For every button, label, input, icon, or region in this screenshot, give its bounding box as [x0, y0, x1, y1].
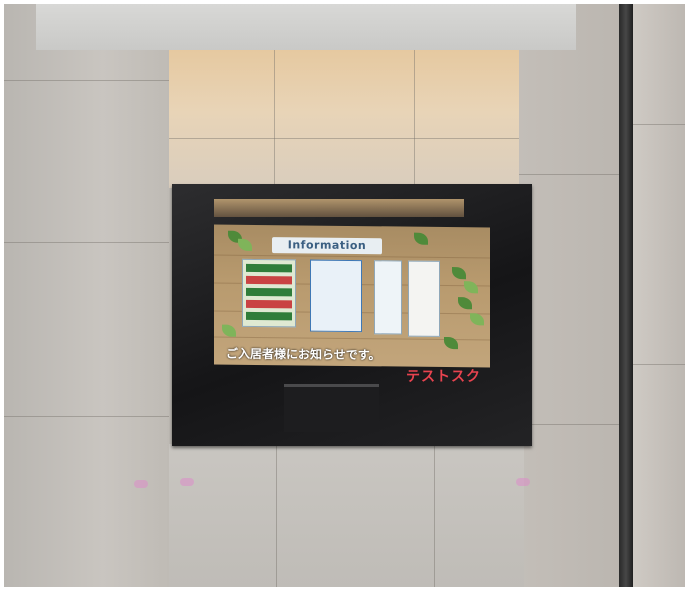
- ivy-leaf-icon: [464, 281, 478, 294]
- ivy-leaf-icon: [458, 297, 472, 310]
- ivy-leaf-icon: [414, 232, 428, 245]
- light-reflection: [134, 480, 148, 488]
- tile-seam: [276, 444, 277, 587]
- tile-seam: [4, 242, 169, 243]
- tile-seam: [633, 364, 685, 365]
- notice-poster-schedule: [242, 258, 296, 328]
- notice-poster-qr: [408, 260, 440, 337]
- wood-grain: [214, 254, 490, 259]
- information-banner: Information: [272, 237, 382, 255]
- tile-seam: [519, 174, 619, 175]
- tile-seam: [4, 80, 169, 81]
- photo: Information ご入居者様にお知らせです。 テストスク: [4, 4, 685, 587]
- tile-seam: [434, 444, 435, 587]
- ivy-leaf-icon: [238, 238, 252, 251]
- tile-seam: [633, 124, 685, 125]
- ivy-leaf-icon: [470, 313, 484, 326]
- ceiling-opening: [36, 4, 576, 50]
- reflected-shelf: [284, 384, 379, 432]
- left-wall: [4, 4, 169, 587]
- tile-seam: [274, 50, 275, 184]
- ivy-leaf-icon: [222, 324, 236, 337]
- dark-pillar: [619, 4, 633, 587]
- tile-seam: [169, 138, 519, 139]
- watermark-text: テストスク: [406, 369, 481, 385]
- ceiling-light-reflection: [214, 199, 464, 217]
- ivy-leaf-icon: [452, 267, 466, 280]
- light-reflection: [180, 478, 194, 486]
- notice-poster-narrow: [374, 260, 402, 335]
- resident-notice-text: ご入居者様にお知らせです。: [226, 346, 381, 363]
- digital-signage-screen: Information ご入居者様にお知らせです。: [214, 224, 490, 368]
- notice-poster-blue: [310, 259, 362, 333]
- far-right-wall: [633, 4, 685, 587]
- tile-seam: [414, 50, 415, 184]
- back-wall-upper: [169, 50, 519, 188]
- back-wall-lower: [169, 444, 524, 587]
- tile-seam: [4, 416, 169, 417]
- tile-seam: [519, 424, 619, 425]
- light-reflection: [516, 478, 530, 486]
